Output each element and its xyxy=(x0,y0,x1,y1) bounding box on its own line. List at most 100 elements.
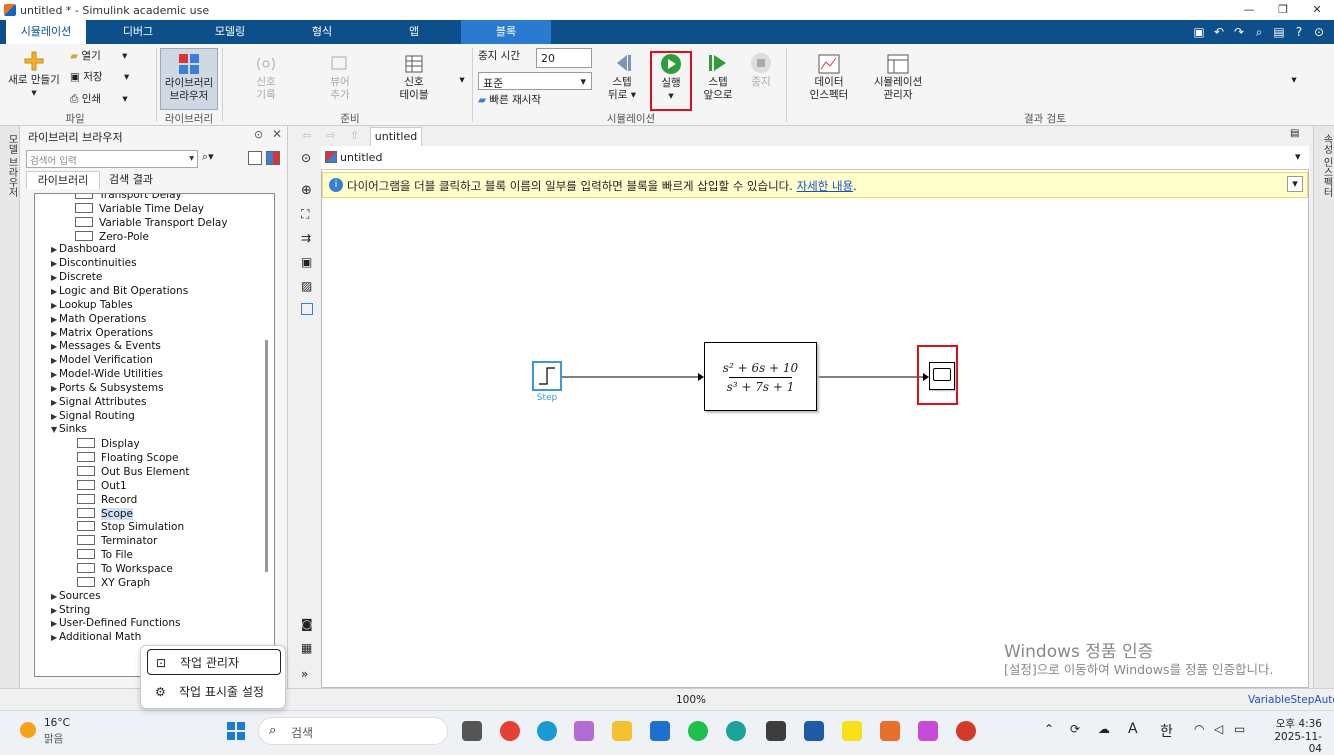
layout-icon[interactable]: ▤ xyxy=(1272,25,1286,39)
matlab-icon[interactable] xyxy=(880,721,900,741)
ime-mode-han[interactable]: 한 xyxy=(1160,721,1173,741)
tree-item[interactable]: Floating Scope xyxy=(77,451,179,464)
hide-icon[interactable]: ⊙ xyxy=(301,151,311,165)
ime-mode-a[interactable]: A xyxy=(1128,721,1138,737)
tree-item[interactable]: ▶ Signal Routing xyxy=(51,410,135,422)
tab-block[interactable]: 블록 xyxy=(461,20,551,44)
collapsed-arrow-icon[interactable]: ▶ xyxy=(51,301,59,310)
tree-scrollbar[interactable] xyxy=(265,340,268,572)
address-bar[interactable]: untitled ▾ xyxy=(321,146,1309,170)
editor-tab-untitled[interactable]: untitled xyxy=(370,127,422,146)
collapsed-arrow-icon[interactable]: ▶ xyxy=(51,619,59,628)
search-icon[interactable]: ⌕ xyxy=(1252,25,1266,39)
collapsed-arrow-icon[interactable]: ▶ xyxy=(51,412,59,421)
tree-item[interactable]: ▶ Messages & Events xyxy=(51,340,161,352)
task-manager-item[interactable]: ⊡ 작업 관리자 xyxy=(147,649,281,675)
clock-time[interactable]: 오후 4:36 xyxy=(1266,716,1322,731)
tree-item[interactable]: Record xyxy=(77,493,137,506)
save-ribbon-button[interactable]: ▣ 저장 ▾ xyxy=(70,71,134,84)
transfer-fcn-block[interactable]: s² + 6s + 10 s³ + 7s + 1 xyxy=(704,342,817,411)
tree-item[interactable]: To File xyxy=(77,548,133,561)
step-block[interactable] xyxy=(532,361,562,391)
new-button[interactable]: 새로 만들기 ▾ xyxy=(4,50,64,100)
collapsed-arrow-icon[interactable]: ▶ xyxy=(51,384,59,393)
taskbar-settings-item[interactable]: ⚙ 작업 표시줄 설정 xyxy=(147,679,281,705)
tab-simulation[interactable]: 시뮬레이션 xyxy=(6,20,86,44)
signal-table-button[interactable]: 신호 테이블 xyxy=(384,54,444,102)
speaker-icon[interactable]: ◁ xyxy=(1214,722,1223,736)
image-icon[interactable]: ▨ xyxy=(301,279,312,293)
tree-item[interactable]: ▶ Additional Math xyxy=(51,631,141,643)
tree-item[interactable]: Terminator xyxy=(77,534,157,547)
wifi-icon[interactable]: ◠ xyxy=(1194,722,1204,736)
tree-item[interactable]: Scope xyxy=(77,507,133,520)
tree-item[interactable]: Variable Time Delay xyxy=(75,202,204,215)
edge-icon[interactable] xyxy=(537,721,557,741)
step-forward-button[interactable]: 스텝 앞으로 xyxy=(696,52,740,102)
tree-item[interactable]: Stop Simulation xyxy=(77,520,184,533)
tree-item[interactable]: ▶ Signal Attributes xyxy=(51,396,146,408)
tab-modeling[interactable]: 모델링 xyxy=(192,20,268,44)
windows-start-icon[interactable] xyxy=(226,721,246,741)
collapsed-arrow-icon[interactable]: ▶ xyxy=(51,370,59,379)
collapsed-arrow-icon[interactable]: ▶ xyxy=(51,356,59,365)
store-icon[interactable] xyxy=(650,721,670,741)
close-button[interactable]: ✕ xyxy=(1300,0,1334,20)
tree-item[interactable]: Zero-Pole xyxy=(75,230,149,243)
tree-item[interactable]: ▶ Sources xyxy=(51,590,101,602)
annotation-icon[interactable]: ▣ xyxy=(301,255,312,269)
redo-icon[interactable]: ↷ xyxy=(1232,25,1246,39)
run-button[interactable]: 실행 ▾ xyxy=(652,53,690,103)
tree-item[interactable]: ▶ Model-Wide Utilities xyxy=(51,368,163,380)
model-canvas[interactable] xyxy=(321,146,1309,688)
panel-menu-icon[interactable]: ⊙ xyxy=(254,128,263,141)
collapsed-arrow-icon[interactable]: ▶ xyxy=(51,342,59,351)
tree-item[interactable]: ▶ Dashboard xyxy=(51,243,116,255)
maximize-button[interactable]: ❐ xyxy=(1266,0,1300,20)
back-icon[interactable]: ⇦ xyxy=(302,129,311,142)
editor-menu-icon[interactable]: ▤ xyxy=(1290,128,1299,139)
fast-restart-button[interactable]: ▰ 빠른 재시작 xyxy=(478,94,588,107)
undo-icon[interactable]: ↶ xyxy=(1212,25,1226,39)
sim-mode-select[interactable]: 표준 ▾ xyxy=(478,72,592,90)
snipping-tool-icon[interactable] xyxy=(918,721,938,741)
tray-chevron-icon[interactable]: ⌃ xyxy=(1044,722,1054,736)
data-inspector-button[interactable]: 데이터 인스펙터 xyxy=(798,54,860,102)
collapsed-arrow-icon[interactable]: ▶ xyxy=(51,592,59,601)
prepare-more-button[interactable]: ▾ xyxy=(456,74,468,87)
grid-view-icon[interactable] xyxy=(266,151,280,165)
collapsed-arrow-icon[interactable]: ▶ xyxy=(51,329,59,338)
tree-item[interactable]: ▶ Matrix Operations xyxy=(51,327,153,339)
tab-debug[interactable]: 디버그 xyxy=(100,20,176,44)
kakaotalk-icon[interactable] xyxy=(842,721,862,741)
tree-item[interactable]: Transport Delay xyxy=(75,194,182,201)
arrow-right-icon[interactable]: ⇉ xyxy=(301,231,311,245)
tab-apps[interactable]: 앱 xyxy=(376,20,452,44)
help-icon[interactable]: ? xyxy=(1292,25,1306,39)
explorer-icon[interactable]: ▦ xyxy=(301,641,312,655)
library-browser-button[interactable]: 라이브러리 브라우저 xyxy=(160,48,218,110)
viewer-add-button[interactable]: 뷰어 추가 xyxy=(310,54,370,102)
chrome-icon[interactable] xyxy=(500,721,520,741)
settings-icon[interactable]: ⊙ xyxy=(1312,25,1326,39)
stop-button[interactable]: 중지 xyxy=(744,52,778,89)
collapsed-arrow-icon[interactable]: ▶ xyxy=(51,633,59,642)
banner-link[interactable]: 자세한 내용 xyxy=(797,179,854,193)
library-search-input[interactable]: 검색어 입력 ▾ xyxy=(26,150,198,168)
tree-item[interactable]: ▶ Model Verification xyxy=(51,354,153,366)
collapsed-arrow-icon[interactable]: ▶ xyxy=(51,259,59,268)
clock-date[interactable]: 2025-11-04 xyxy=(1262,731,1322,755)
solver-link[interactable]: VariableStepAuto xyxy=(1248,694,1334,706)
tree-item[interactable]: ▶ Math Operations xyxy=(51,313,146,325)
collapsed-arrow-icon[interactable]: ▶ xyxy=(51,287,59,296)
fit-view-icon[interactable]: ⛶ xyxy=(301,207,309,222)
tab-search-results[interactable]: 검색 결과 xyxy=(102,171,160,189)
tree-item[interactable]: XY Graph xyxy=(77,576,150,589)
review-more-button[interactable]: ▾ xyxy=(1288,74,1300,87)
tree-item[interactable]: To Workspace xyxy=(77,562,173,575)
open-button[interactable]: ▰ 열기 ▾ xyxy=(70,50,134,63)
zoom-icon[interactable]: ⊕ xyxy=(301,183,312,198)
expanded-arrow-icon[interactable]: ▼ xyxy=(51,425,59,434)
sync-icon[interactable]: ⟳ xyxy=(1070,722,1080,736)
line-icon[interactable] xyxy=(688,721,708,741)
